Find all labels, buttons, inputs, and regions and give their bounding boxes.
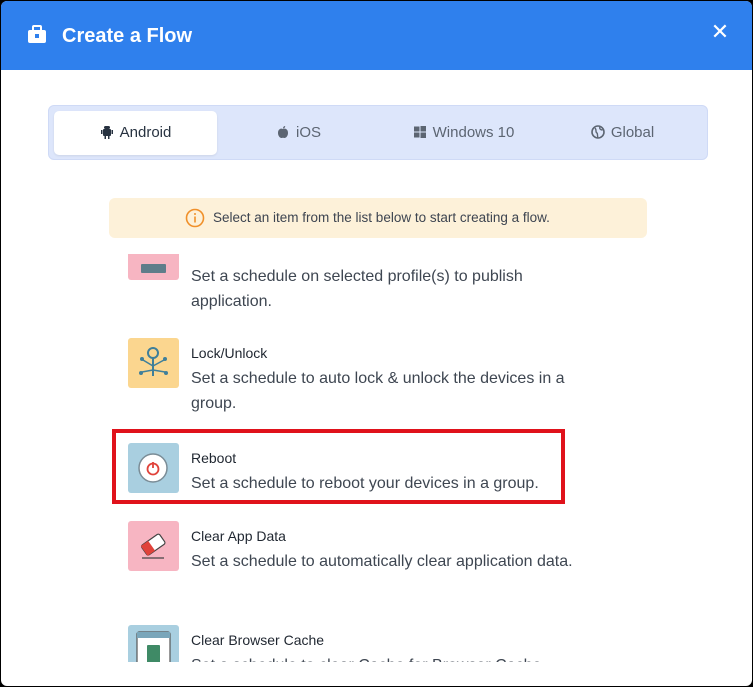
flow-briefcase-icon <box>28 25 46 43</box>
clear-browser-cache-icon <box>128 625 179 662</box>
flow-item-desc: Set a schedule on selected profile(s) to… <box>191 268 523 310</box>
flow-item-name: Clear Browser Cache <box>191 632 325 648</box>
tab-android-label: Android <box>119 124 172 141</box>
flow-item-desc: Set a schedule to auto lock & unlock the… <box>191 370 565 412</box>
globe-icon <box>591 113 605 139</box>
publish-app-icon <box>128 254 179 280</box>
notice-text: Select an item from the list below to st… <box>213 210 550 225</box>
flow-item-name: Reboot <box>191 450 237 466</box>
apple-icon <box>276 113 290 138</box>
dialog-header: Create a Flow ✕ <box>1 1 752 70</box>
flow-item-clear-browser-cache[interactable]: Clear Browser Cache Set a schedule to cl… <box>109 625 629 662</box>
android-icon <box>100 113 114 139</box>
flow-item-name: Clear App Data <box>191 528 286 544</box>
create-flow-dialog: Create a Flow ✕ Android iOS Windows 10 G… <box>1 1 752 686</box>
flow-item-name: Lock/Unlock <box>191 345 268 361</box>
flow-item-desc: Set a schedule to reboot your devices in… <box>191 475 539 492</box>
clear-app-data-icon <box>128 521 179 571</box>
close-icon[interactable]: ✕ <box>709 21 731 43</box>
info-notice: Select an item from the list below to st… <box>109 198 647 238</box>
info-icon <box>185 208 205 228</box>
lock-unlock-icon <box>128 338 179 388</box>
tab-windows-10[interactable]: Windows 10 <box>382 111 545 155</box>
flow-item-list[interactable]: Set a schedule on selected profile(s) to… <box>109 254 629 662</box>
tab-windows-label: Windows 10 <box>432 124 515 141</box>
flow-item-lock-unlock[interactable]: Lock/Unlock Set a schedule to auto lock … <box>109 338 629 418</box>
dialog-title: Create a Flow <box>62 25 193 47</box>
flow-item-clear-app-data[interactable]: Clear App Data Set a schedule to automat… <box>109 521 629 601</box>
reboot-icon <box>128 443 179 493</box>
tab-android[interactable]: Android <box>54 111 217 155</box>
flow-item-publish-application[interactable]: Set a schedule on selected profile(s) to… <box>109 254 629 310</box>
tab-global[interactable]: Global <box>541 111 704 155</box>
tab-ios[interactable]: iOS <box>217 111 380 155</box>
flow-item-desc: Set a schedule to automatically clear ap… <box>191 553 573 570</box>
flow-item-reboot[interactable]: Reboot Set a schedule to reboot your dev… <box>109 443 629 503</box>
platform-tabs: Android iOS Windows 10 Global <box>48 105 708 160</box>
flow-item-desc: Set a schedule to clear Cache for Browse… <box>191 653 591 662</box>
windows-icon <box>413 113 427 138</box>
tab-ios-label: iOS <box>295 124 321 141</box>
tab-global-label: Global <box>610 124 655 141</box>
